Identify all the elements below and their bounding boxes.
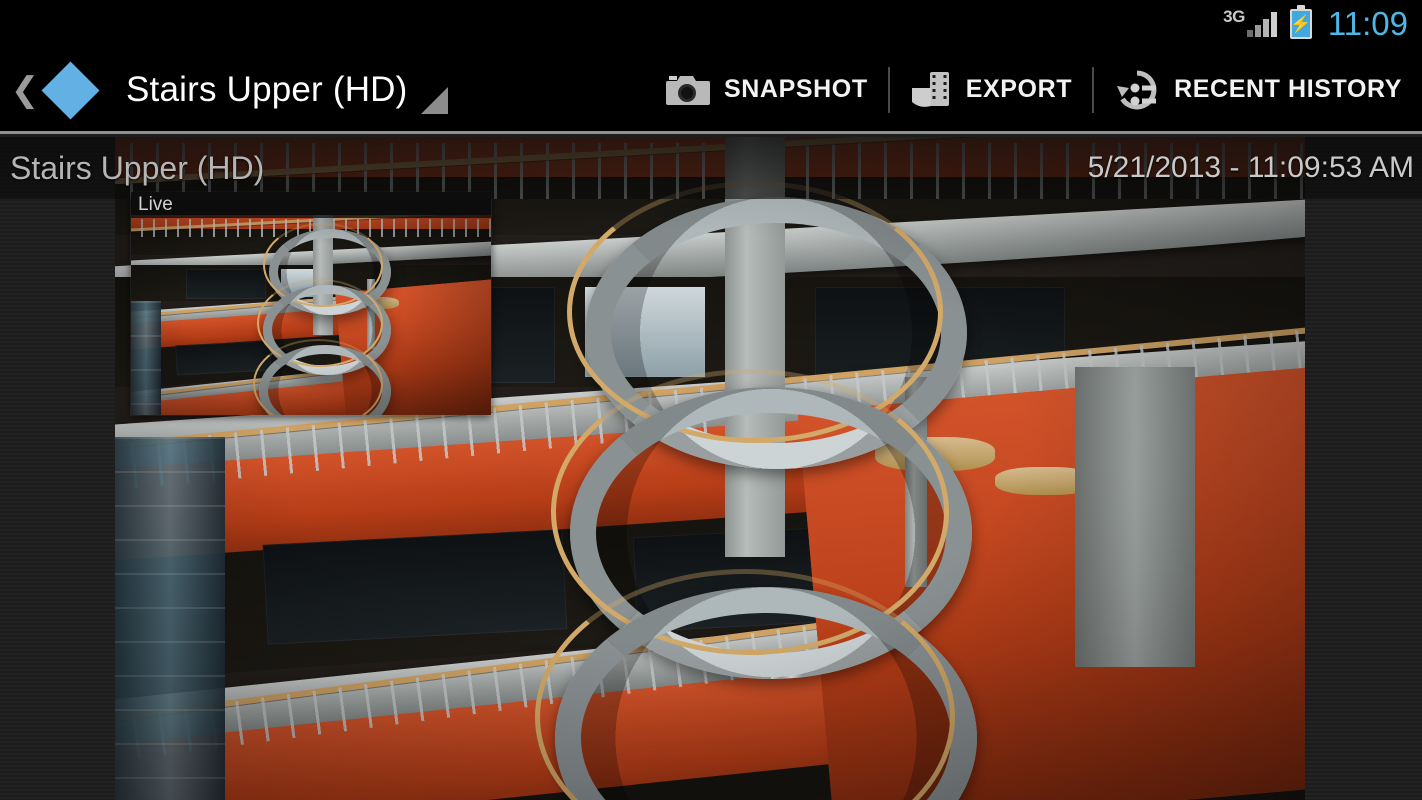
action-bar: ❮ Stairs Upper (HD) SNAPSHOT EXPORT RECE… [0,48,1422,134]
film-strip-icon [910,71,952,109]
pip-video [131,215,491,415]
export-button[interactable]: EXPORT [890,47,1092,133]
triangle-dropdown-icon[interactable] [420,87,448,114]
blue-diamond-logo-icon[interactable] [40,60,100,120]
main-video-view[interactable]: Live [115,137,1305,800]
camera-scene-pip [131,215,491,415]
back-chevron-icon[interactable]: ❮ [8,73,42,107]
live-pip-thumbnail[interactable]: Live [131,192,491,415]
video-stage: Live Stairs Upper (HD) 5/21/2013 - 11:09… [0,137,1422,800]
app-root: 3G ⚡ 11:09 ❮ Stairs Upper (HD) SNAPSHOT … [0,0,1422,800]
action-bar-actions: SNAPSHOT EXPORT RECENT HISTORY [646,47,1422,133]
recent-history-button[interactable]: RECENT HISTORY [1094,47,1422,133]
battery-charging-icon: ⚡ [1289,5,1312,39]
page-title: Stairs Upper (HD) [126,69,408,109]
snapshot-label: SNAPSHOT [724,75,868,103]
status-bar-clock: 11:09 [1327,4,1408,42]
recent-history-label: RECENT HISTORY [1174,75,1402,103]
camera-icon [666,73,710,107]
android-status-bar: 3G ⚡ 11:09 [0,0,1422,48]
network-type-label: 3G [1223,7,1245,26]
recent-history-icon [1114,70,1160,110]
signal-bars-icon [1246,11,1277,37]
snapshot-button[interactable]: SNAPSHOT [646,47,888,133]
pip-live-label: Live [131,192,491,218]
export-label: EXPORT [965,75,1073,103]
